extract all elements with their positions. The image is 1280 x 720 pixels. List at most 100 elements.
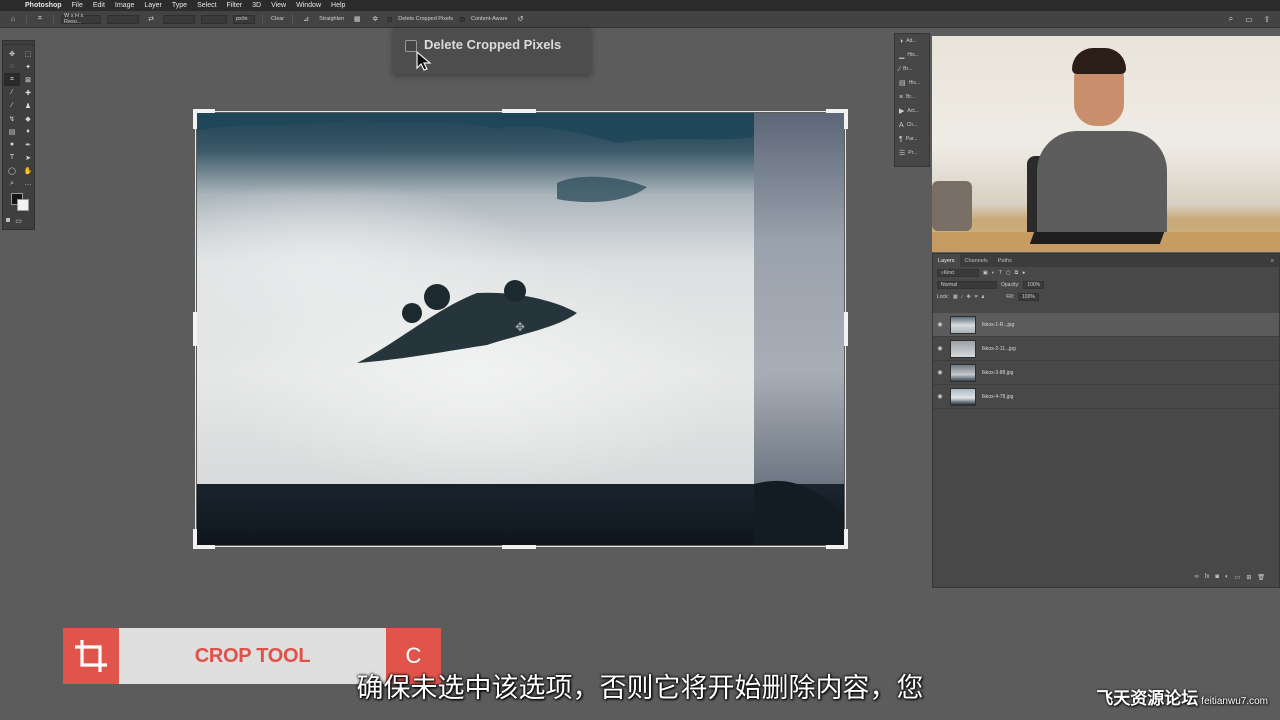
lasso-tool-icon[interactable]: ◌ [4,60,20,73]
filter-smart-icon[interactable]: ⧉ [1015,270,1019,276]
path-selection-icon[interactable]: ➤ [20,151,36,164]
menu-view[interactable]: View [266,2,291,9]
lock-artboard-icon[interactable]: ⌗ [975,294,978,300]
content-aware-checkbox[interactable] [459,16,465,22]
panel-menu-icon[interactable]: ≡ [1271,258,1279,264]
screen-mode-icon[interactable]: ▭ [15,217,22,225]
menu-type[interactable]: Type [167,2,192,9]
frame-tool-icon[interactable]: ⊠ [20,73,36,86]
delete-cropped-checkbox[interactable] [387,16,393,22]
crop-handle-bottom-left-v[interactable] [193,529,197,549]
quick-mask-icon[interactable]: ◙ [6,217,10,225]
layer-row[interactable]: ◉ Ikkos-4-78.jpg [933,385,1279,409]
swap-icon[interactable]: ⇄ [146,14,156,24]
shape-tool-icon[interactable]: ◯ [4,164,20,177]
pen-tool-icon[interactable]: ✒ [20,138,36,151]
more-tools-icon[interactable]: … [20,177,36,190]
eyedropper-tool-icon[interactable]: ⁄ [4,86,20,99]
dodge-tool-icon[interactable]: ● [4,138,20,151]
menu-photoshop[interactable]: Photoshop [20,2,67,9]
clear-button[interactable]: Clear [271,16,284,22]
history-brush-icon[interactable]: ↯ [4,112,20,125]
panel-adjustments[interactable]: ◑ Ad... [895,34,929,48]
fill-field[interactable]: 100% [1018,293,1039,301]
trash-icon[interactable]: 🗑︎ [1257,574,1265,581]
lock-transparent-icon[interactable]: ▦ [953,294,958,300]
resolution-field[interactable] [201,14,227,24]
new-layer-icon[interactable]: ⊞ [1246,574,1251,581]
home-icon[interactable]: ⌂ [8,14,18,24]
magic-wand-tool-icon[interactable]: ✦ [20,60,36,73]
crop-handle-right[interactable] [844,312,848,346]
reset-icon[interactable]: ↺ [516,14,526,24]
filter-shape-icon[interactable]: ▢ [1006,270,1011,276]
panel-paragraph[interactable]: ¶ Par... [895,132,929,146]
panel-actions[interactable]: ▶ Act... [895,104,929,118]
lock-position-icon[interactable]: ✥ [967,294,971,300]
width-field[interactable] [107,14,139,24]
opacity-field[interactable]: 100% [1023,281,1045,289]
panel-character[interactable]: A Ch... [895,118,929,132]
link-layers-icon[interactable]: ∞ [1194,574,1198,581]
menu-layer[interactable]: Layer [139,2,167,9]
menu-filter[interactable]: Filter [222,2,248,9]
healing-brush-icon[interactable]: ✚ [20,86,36,99]
lock-image-icon[interactable]: ∕ [962,294,963,300]
add-mask-icon[interactable]: ◙ [1215,574,1219,581]
menu-3d[interactable]: 3D [247,2,266,9]
hand-tool-icon[interactable]: ✋ [20,164,36,177]
tab-channels[interactable]: Channels [960,254,993,267]
background-color-swatch[interactable] [17,199,29,211]
ratio-select[interactable]: W x H x Reso... [61,13,101,25]
zoom-tool-icon[interactable]: ⌕ [4,177,20,190]
visibility-eye-icon[interactable]: ◉ [933,321,947,328]
panel-properties[interactable]: ☰ Pr... [895,146,929,160]
menu-file[interactable]: File [67,2,88,9]
panel-history[interactable]: ▤ His... [895,76,929,90]
crop-handle-top-right-v[interactable] [844,109,848,129]
stamp-tool-icon[interactable]: ♟ [20,99,36,112]
eraser-tool-icon[interactable]: ◆ [20,112,36,125]
menu-window[interactable]: Window [291,2,326,9]
menu-edit[interactable]: Edit [88,2,110,9]
blur-tool-icon[interactable]: ♦ [20,125,36,138]
crop-tool-preset-icon[interactable]: ⌗ [35,14,45,24]
panel-brushes[interactable]: ∕ Br... [895,62,929,76]
fx-icon[interactable]: fx [1205,574,1210,581]
menu-select[interactable]: Select [192,2,221,9]
straighten-icon[interactable]: ⊿ [301,14,311,24]
crop-handle-bottom[interactable] [502,545,536,549]
layer-row[interactable]: ◉ Ikkos-3-88.jpg [933,361,1279,385]
type-tool-icon[interactable]: T [4,151,20,164]
blend-mode-select[interactable]: Normal [937,281,997,289]
overlay-grid-icon[interactable]: ▦ [352,14,362,24]
share-icon[interactable]: ⇪ [1262,14,1272,24]
tab-paths[interactable]: Paths [993,254,1017,267]
layer-row[interactable]: ◉ Ikkos-1-R...jpg [933,313,1279,337]
menu-help[interactable]: Help [326,2,350,9]
crop-handle-top-left-v[interactable] [193,109,197,129]
filter-pixel-icon[interactable]: ▣ [983,270,988,276]
visibility-eye-icon[interactable]: ◉ [933,345,947,352]
crop-handle-left[interactable] [193,312,197,346]
layer-row[interactable]: ◉ Ikkos-2-11...jpg [933,337,1279,361]
workspace-icon[interactable]: ▭ [1244,14,1254,24]
adjustment-layer-icon[interactable]: ◐ [1225,574,1229,581]
search-icon[interactable]: ⌕ [1226,14,1236,24]
panel-brush-settings[interactable]: ≡ Br... [895,90,929,104]
filter-adjust-icon[interactable]: ◐ [992,270,995,276]
filter-toggle-icon[interactable]: ● [1022,270,1025,276]
marquee-tool-icon[interactable]: ⬚ [20,47,36,60]
tab-layers[interactable]: Layers [933,254,960,267]
visibility-eye-icon[interactable]: ◉ [933,369,947,376]
straighten-button[interactable]: Straighten [319,16,344,22]
panel-histogram[interactable]: ▁ His... [895,48,929,62]
visibility-eye-icon[interactable]: ◉ [933,393,947,400]
kind-filter-select[interactable]: ⌕ Kind [937,269,979,277]
units-select[interactable]: px/in [233,14,255,24]
brush-tool-icon[interactable]: ∕ [4,99,20,112]
crop-frame[interactable] [195,111,846,547]
move-tool-icon[interactable]: ✥ [4,47,20,60]
filter-type-icon[interactable]: T [999,270,1002,276]
lock-all-icon[interactable]: 🔒︎ [982,294,985,300]
